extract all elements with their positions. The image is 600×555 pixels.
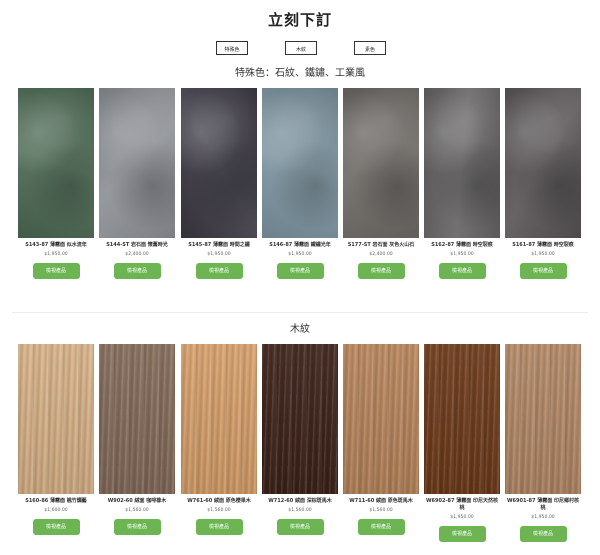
product-name: W711-60 絨面 原色斑馬木 <box>349 498 413 504</box>
product-price: $1,560.00 <box>207 508 231 513</box>
product-card[interactable]: W711-60 絨面 原色斑馬木 $1,560.00 檢視產品 <box>343 344 419 535</box>
product-swatch-image[interactable] <box>343 344 419 494</box>
product-card[interactable]: S144-ST 岩石面 懷舊時光 $2,400.00 檢視產品 <box>99 88 175 279</box>
section-title-wood: 木紋 <box>290 324 310 335</box>
product-swatch-image[interactable] <box>505 344 581 494</box>
tab-solid-color[interactable]: 素色 <box>354 41 386 55</box>
product-card[interactable]: S143-87 薄霧面 似水流年 $1,950.00 檢視產品 <box>18 88 94 279</box>
product-card[interactable]: S160-86 薄霧面 楓竹爛藝 $1,600.00 檢視產品 <box>18 344 94 535</box>
product-price: $1,560.00 <box>369 508 393 513</box>
product-card[interactable]: W761-60 絨面 原色櫻果木 $1,560.00 檢視產品 <box>181 344 257 535</box>
product-swatch-image[interactable] <box>262 344 338 494</box>
product-price: $1,950.00 <box>44 252 68 257</box>
view-product-button[interactable]: 檢視產品 <box>438 526 486 542</box>
product-price: $1,950.00 <box>450 515 474 520</box>
product-swatch-image[interactable] <box>181 344 257 494</box>
product-card[interactable]: S145-87 薄霧面 時間之鏽 $1,950.00 檢視產品 <box>181 88 257 279</box>
product-price: $1,950.00 <box>531 252 555 257</box>
product-swatch-image[interactable] <box>424 344 500 494</box>
product-swatch-image[interactable] <box>18 344 94 494</box>
category-tabs: 特殊色 木紋 素色 <box>0 41 600 57</box>
view-product-button[interactable]: 檢視產品 <box>195 263 243 279</box>
product-name: S161-87 薄霧面 時空裂痕 <box>512 242 574 248</box>
tab-special-color[interactable]: 特殊色 <box>216 41 248 55</box>
product-price: $1,560.00 <box>125 508 149 513</box>
product-card[interactable]: W902-60 絨面 咖啡橡木 $1,560.00 檢視產品 <box>99 344 175 535</box>
product-name: S146-87 薄霧面 鐵鏽光年 <box>269 242 331 248</box>
product-name: W761-60 絨面 原色櫻果木 <box>187 498 251 504</box>
product-name: S177-ST 岩石面 灰色火山石 <box>347 242 415 248</box>
product-swatch-image[interactable] <box>99 344 175 494</box>
view-product-button[interactable]: 檢視產品 <box>519 263 567 279</box>
product-card[interactable]: S162-87 薄霧面 時空裂痕 $1,950.00 檢視產品 <box>424 88 500 279</box>
product-name: S162-87 薄霧面 時空裂痕 <box>431 242 493 248</box>
view-product-button[interactable]: 檢視產品 <box>519 526 567 542</box>
product-page: 立刻下訂 特殊色 木紋 素色 特殊色：石紋、鐵鏽、工業風 S143-87 薄霧面… <box>0 0 600 555</box>
product-name: W6901-87 薄霧面 印尼鄉村核桃 <box>507 498 579 511</box>
view-product-button[interactable]: 檢視產品 <box>276 519 324 535</box>
product-swatch-image[interactable] <box>18 88 94 238</box>
product-price: $1,950.00 <box>288 252 312 257</box>
product-card[interactable]: S146-87 薄霧面 鐵鏽光年 $1,950.00 檢視產品 <box>262 88 338 279</box>
product-swatch-image[interactable] <box>424 88 500 238</box>
product-price: $2,400.00 <box>125 252 149 257</box>
view-product-button[interactable]: 檢視產品 <box>113 519 161 535</box>
section-title-special: 特殊色：石紋、鐵鏽、工業風 <box>235 68 365 79</box>
product-card[interactable]: W6902-87 薄霧面 印尼天然核桃 $1,950.00 檢視產品 <box>424 344 500 542</box>
view-product-button[interactable]: 檢視產品 <box>32 263 80 279</box>
view-product-button[interactable]: 檢視產品 <box>357 519 405 535</box>
view-product-button[interactable]: 檢視產品 <box>195 519 243 535</box>
product-price: $1,950.00 <box>531 515 555 520</box>
product-name: S145-87 薄霧面 時間之鏽 <box>188 242 250 248</box>
view-product-button[interactable]: 檢視產品 <box>276 263 324 279</box>
product-name: W6902-87 薄霧面 印尼天然核桃 <box>426 498 498 511</box>
section-divider <box>12 312 588 313</box>
product-name: W902-60 絨面 咖啡橡木 <box>107 498 167 504</box>
product-swatch-image[interactable] <box>505 88 581 238</box>
product-price: $1,560.00 <box>288 508 312 513</box>
tab-wood-grain[interactable]: 木紋 <box>285 41 317 55</box>
product-name: S143-87 薄霧面 似水流年 <box>25 242 87 248</box>
product-card[interactable]: W712-60 絨面 深棕斑馬木 $1,560.00 檢視產品 <box>262 344 338 535</box>
product-card[interactable]: W6901-87 薄霧面 印尼鄉村核桃 $1,950.00 檢視產品 <box>505 344 581 542</box>
view-product-button[interactable]: 檢視產品 <box>357 263 405 279</box>
product-price: $1,600.00 <box>44 508 68 513</box>
product-card[interactable]: S177-ST 岩石面 灰色火山石 $2,400.00 檢視產品 <box>343 88 419 279</box>
product-card[interactable]: S161-87 薄霧面 時空裂痕 $1,950.00 檢視產品 <box>505 88 581 279</box>
view-product-button[interactable]: 檢視產品 <box>113 263 161 279</box>
product-price: $1,950.00 <box>450 252 474 257</box>
view-product-button[interactable]: 檢視產品 <box>438 263 486 279</box>
page-title: 立刻下訂 <box>267 11 332 29</box>
product-swatch-image[interactable] <box>99 88 175 238</box>
product-name: S160-86 薄霧面 楓竹爛藝 <box>25 498 87 504</box>
product-name: W712-60 絨面 深棕斑馬木 <box>268 498 332 504</box>
product-swatch-image[interactable] <box>262 88 338 238</box>
product-swatch-image[interactable] <box>181 88 257 238</box>
product-name: S144-ST 岩石面 懷舊時光 <box>106 242 168 248</box>
product-swatch-image[interactable] <box>343 88 419 238</box>
product-price: $1,950.00 <box>207 252 231 257</box>
product-price: $2,400.00 <box>369 252 393 257</box>
view-product-button[interactable]: 檢視產品 <box>32 519 80 535</box>
